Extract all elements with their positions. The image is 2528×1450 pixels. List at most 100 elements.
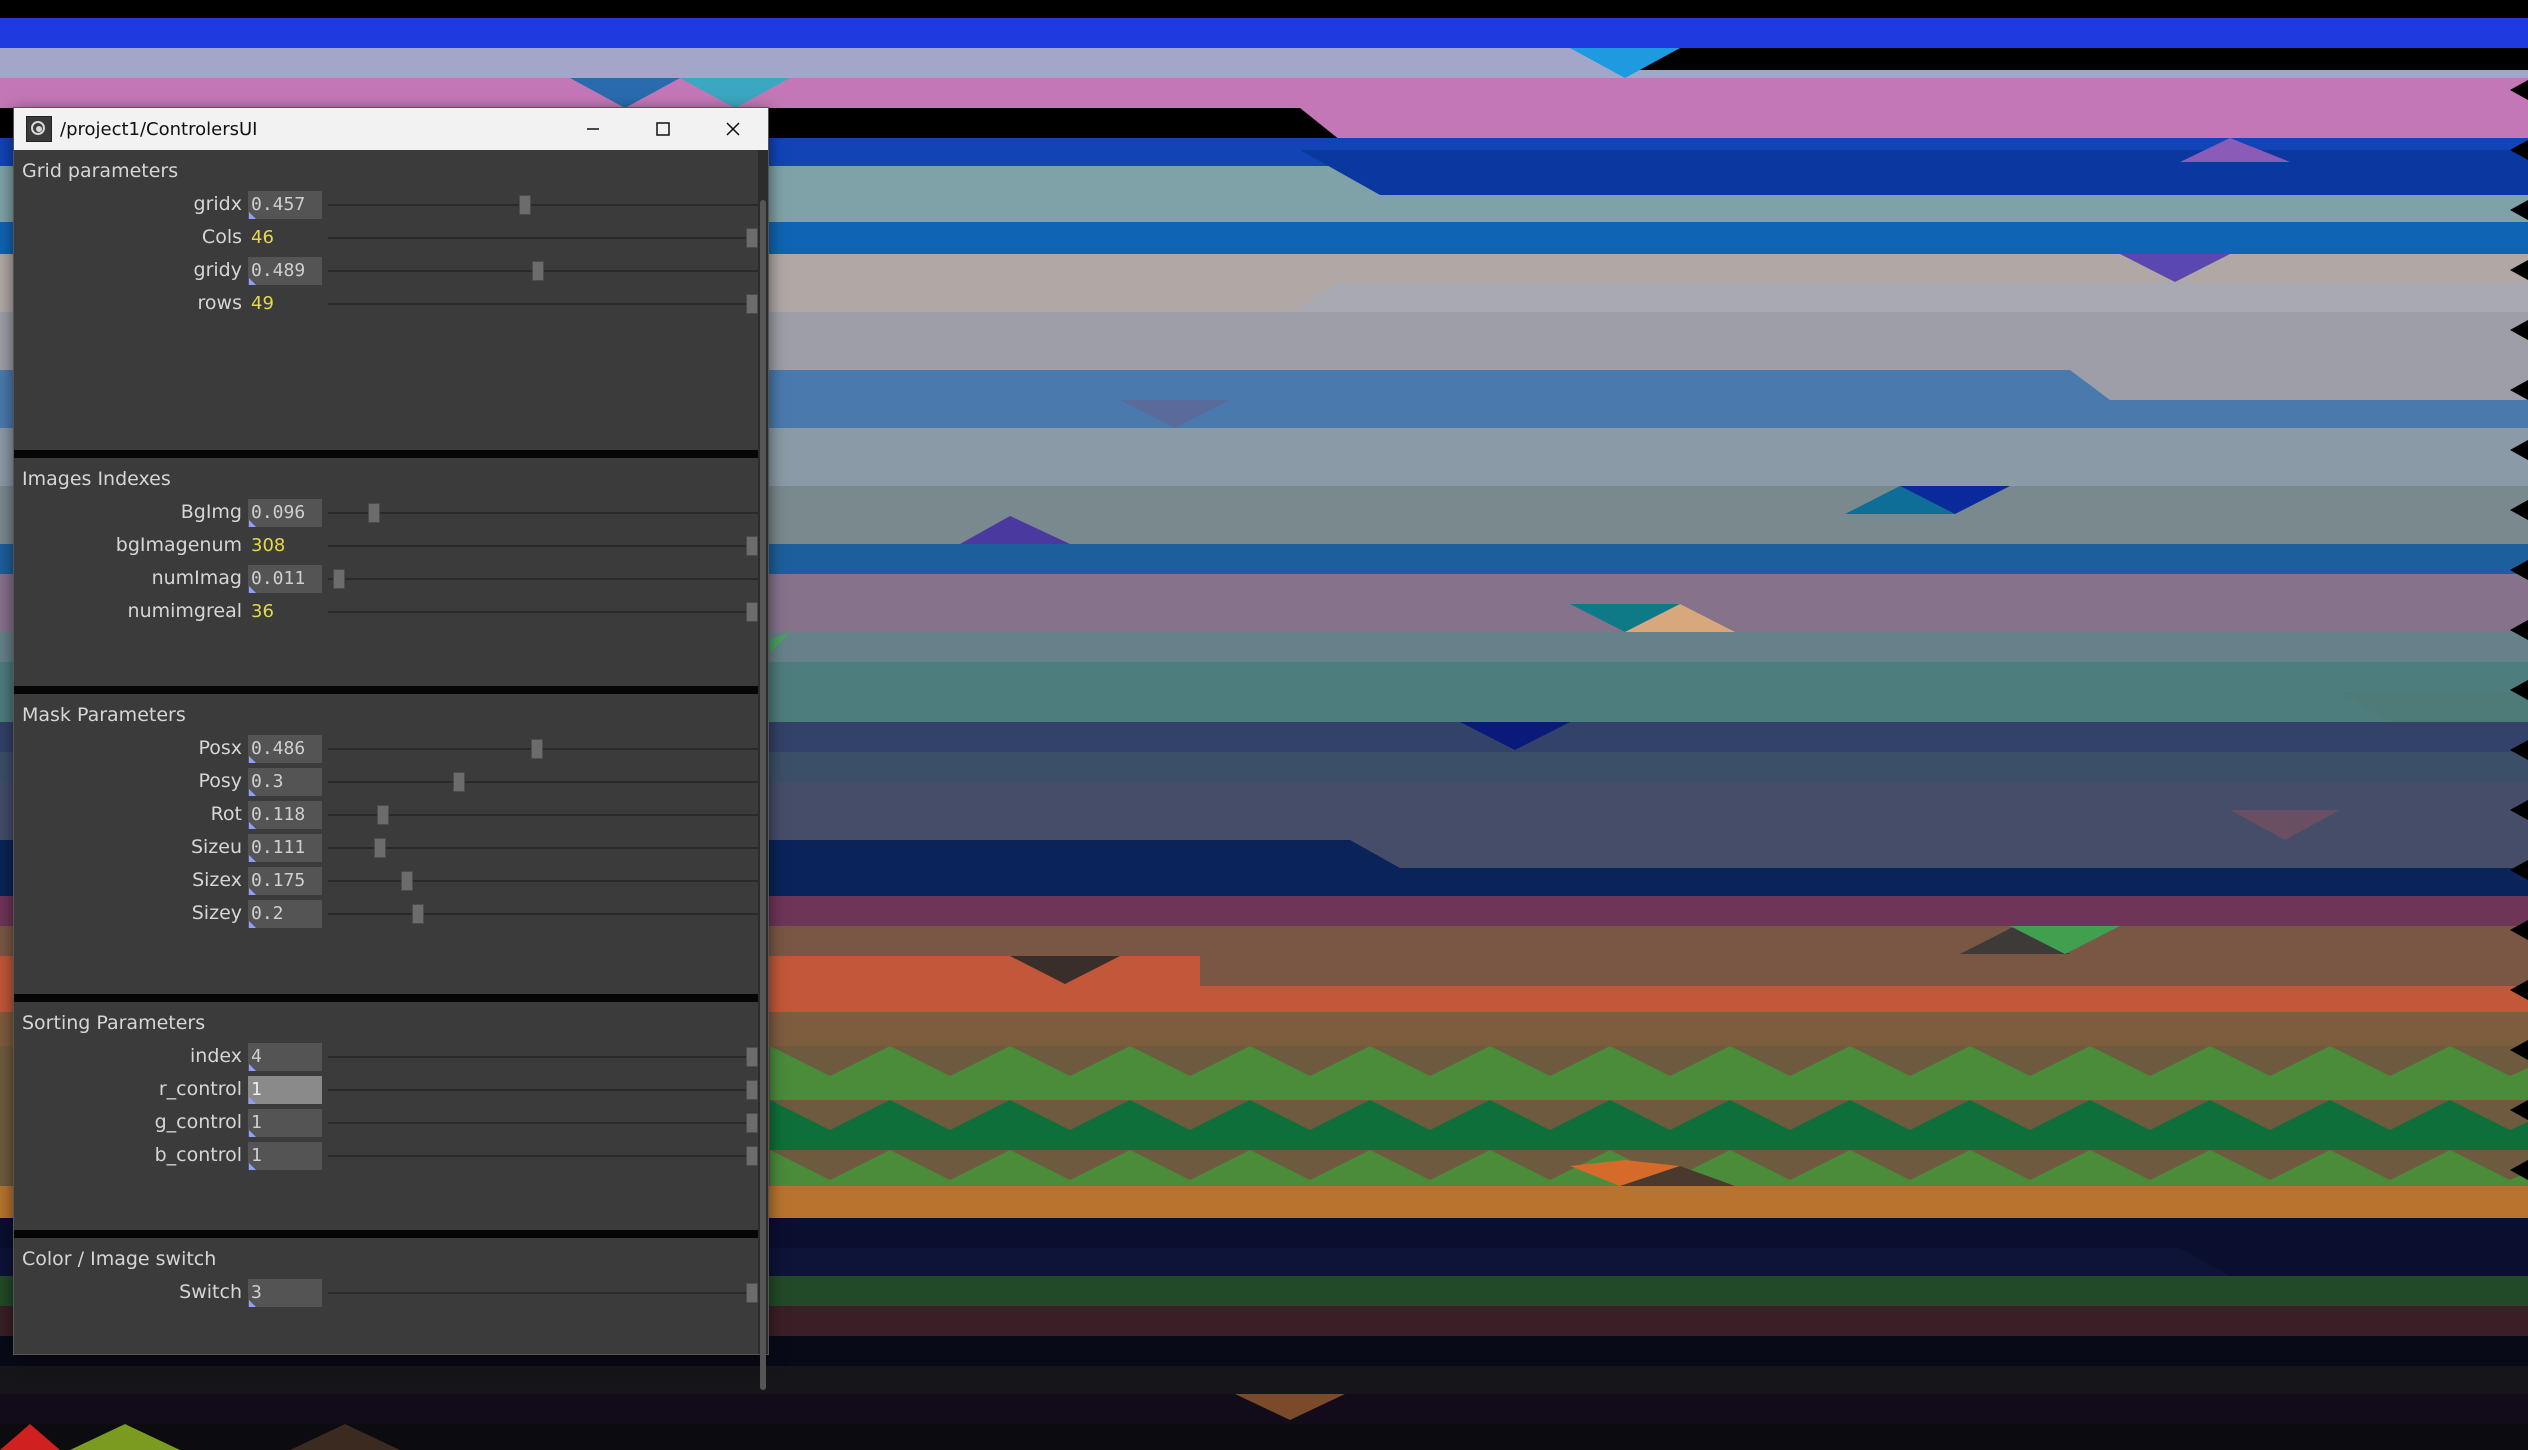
section-divider bbox=[14, 686, 758, 694]
param-label: Sizex bbox=[192, 869, 242, 891]
scrollbar-thumb[interactable] bbox=[760, 200, 766, 1390]
slider-track[interactable] bbox=[328, 781, 758, 783]
section-divider bbox=[14, 450, 758, 458]
param-value-field[interactable]: 0.175 bbox=[248, 867, 322, 895]
param-label: Sizeu bbox=[190, 836, 242, 858]
slider-track[interactable] bbox=[328, 545, 758, 547]
slider-handle[interactable] bbox=[746, 1283, 758, 1303]
param-row-b_control: b_control 1 bbox=[14, 1141, 758, 1171]
field-marker-icon bbox=[249, 1300, 256, 1307]
slider-track[interactable] bbox=[328, 204, 758, 206]
slider-track[interactable] bbox=[328, 611, 758, 613]
slider-track[interactable] bbox=[328, 913, 758, 915]
maximize-button[interactable] bbox=[628, 108, 698, 150]
param-value-field[interactable]: 0.3 bbox=[248, 768, 322, 796]
param-label: rows bbox=[197, 292, 242, 314]
close-icon bbox=[726, 122, 740, 136]
section-images-indexes: Images Indexes BgImg 0.096 bgImagenum 308 nu… bbox=[14, 458, 758, 686]
slider-handle[interactable] bbox=[519, 195, 532, 215]
slider-track[interactable] bbox=[328, 512, 758, 514]
slider-handle[interactable] bbox=[746, 294, 758, 314]
param-value-field[interactable]: 1 bbox=[248, 1109, 322, 1137]
slider-track[interactable] bbox=[328, 847, 758, 849]
close-button[interactable] bbox=[698, 108, 768, 150]
slider-handle[interactable] bbox=[746, 1047, 758, 1067]
window-titlebar[interactable]: /project1/ControlersUI bbox=[14, 108, 768, 150]
param-row-index: index 4 bbox=[14, 1042, 758, 1072]
slider-handle[interactable] bbox=[453, 772, 466, 792]
field-marker-icon bbox=[249, 1064, 256, 1071]
param-row-bgimagenum: bgImagenum 308 bbox=[14, 531, 758, 561]
param-row-posy: Posy 0.3 bbox=[14, 767, 758, 797]
field-marker-icon bbox=[249, 789, 256, 796]
param-label: gridx bbox=[193, 193, 242, 215]
slider-handle[interactable] bbox=[746, 228, 758, 248]
slider-handle[interactable] bbox=[368, 503, 381, 523]
field-marker-icon bbox=[249, 1163, 256, 1170]
param-value-field[interactable]: 49 bbox=[248, 290, 322, 318]
slider-handle[interactable] bbox=[746, 1080, 758, 1100]
param-row-sizex: Sizex 0.175 bbox=[14, 866, 758, 896]
param-value: 0.489 bbox=[251, 260, 306, 281]
field-marker-icon bbox=[249, 1130, 256, 1137]
param-value-field[interactable]: 0.096 bbox=[248, 499, 322, 527]
field-marker-icon bbox=[249, 921, 256, 928]
slider-handle[interactable] bbox=[374, 838, 387, 858]
slider-track[interactable] bbox=[328, 1155, 758, 1157]
slider-track[interactable] bbox=[328, 237, 758, 239]
param-value: 0.011 bbox=[251, 568, 306, 589]
minimize-button[interactable] bbox=[558, 108, 628, 150]
param-label: bgImagenum bbox=[115, 534, 242, 556]
param-row-g_control: g_control 1 bbox=[14, 1108, 758, 1138]
param-value-field[interactable]: 0.489 bbox=[248, 257, 322, 285]
param-value-field[interactable]: 1 bbox=[248, 1142, 322, 1170]
slider-handle[interactable] bbox=[332, 569, 345, 589]
slider-track[interactable] bbox=[328, 814, 758, 816]
param-value-field[interactable]: 4 bbox=[248, 1043, 322, 1071]
param-row-cols: Cols 46 bbox=[14, 223, 758, 253]
param-value-field[interactable]: 36 bbox=[248, 598, 322, 626]
field-marker-icon bbox=[249, 212, 256, 219]
param-row-bgimg: BgImg 0.096 bbox=[14, 498, 758, 528]
param-label: numimgreal bbox=[127, 600, 242, 622]
slider-track[interactable] bbox=[328, 1056, 758, 1058]
slider-handle[interactable] bbox=[411, 904, 424, 924]
panel-content: Grid parameters gridx 0.457 Cols 46 gridy 0.4… bbox=[14, 150, 758, 1354]
slider-track[interactable] bbox=[328, 1122, 758, 1124]
section-sorting-parameters: Sorting Parameters index 4 r_control 1 g_con… bbox=[14, 1002, 758, 1230]
slider-track[interactable] bbox=[328, 303, 758, 305]
param-value-field[interactable]: 46 bbox=[248, 224, 322, 252]
section-divider bbox=[14, 994, 758, 1002]
slider-handle[interactable] bbox=[532, 261, 545, 281]
slider-handle[interactable] bbox=[377, 805, 390, 825]
slider-handle[interactable] bbox=[746, 536, 758, 556]
slider-track[interactable] bbox=[328, 1089, 758, 1091]
slider-handle[interactable] bbox=[746, 1146, 758, 1166]
section-title: Mask Parameters bbox=[22, 704, 186, 726]
slider-track[interactable] bbox=[328, 578, 758, 580]
field-marker-icon bbox=[249, 888, 256, 895]
param-value-field[interactable]: 3 bbox=[248, 1279, 322, 1307]
param-value-field[interactable]: 0.457 bbox=[248, 191, 322, 219]
param-row-rot: Rot 0.118 bbox=[14, 800, 758, 830]
param-value: 308 bbox=[251, 535, 286, 556]
param-value-field[interactable]: 0.011 bbox=[248, 565, 322, 593]
param-value-field[interactable]: 0.111 bbox=[248, 834, 322, 862]
slider-handle[interactable] bbox=[401, 871, 414, 891]
param-value: 0.096 bbox=[251, 502, 306, 523]
slider-handle[interactable] bbox=[746, 1113, 758, 1133]
param-value-field[interactable]: 308 bbox=[248, 532, 322, 560]
field-marker-icon bbox=[249, 855, 256, 862]
slider-handle[interactable] bbox=[746, 602, 758, 622]
slider-handle[interactable] bbox=[531, 739, 544, 759]
param-value-field[interactable]: 0.486 bbox=[248, 735, 322, 763]
param-value-field[interactable]: 0.2 bbox=[248, 900, 322, 928]
param-value-field[interactable]: 1 bbox=[248, 1076, 322, 1104]
slider-track[interactable] bbox=[328, 1292, 758, 1294]
param-value-field[interactable]: 0.118 bbox=[248, 801, 322, 829]
section-title: Sorting Parameters bbox=[22, 1012, 206, 1034]
app-icon bbox=[26, 116, 52, 142]
scrollbar[interactable] bbox=[758, 150, 768, 1390]
field-marker-icon bbox=[249, 756, 256, 763]
slider-track[interactable] bbox=[328, 880, 758, 882]
